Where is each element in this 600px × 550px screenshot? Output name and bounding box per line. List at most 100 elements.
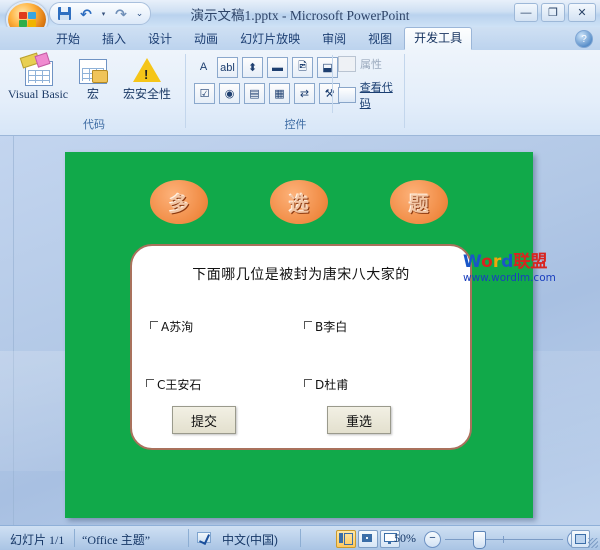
ribbon-group-code-label: 代码 [83,119,105,131]
view-normal-button[interactable] [336,530,356,548]
macro-button[interactable]: 宏 [72,55,114,102]
window-title: 演示文稿1.pptx - Microsoft PowerPoint [190,8,410,23]
option-b-label: B李白 [315,320,348,334]
powerpoint-window: ↶ ▾ ↷ ⌄ 演示文稿1.pptx - Microsoft PowerPoin… [0,0,600,550]
option-a-label: A苏洵 [161,320,194,334]
slide-workspace: 多 选 题 下面哪几位是被封为唐宋八大家的 A苏洵 B李白 C王安石 D杜甫 提… [0,136,600,525]
minimize-button[interactable]: — [514,3,538,22]
view-code-button[interactable]: 查看代码 [338,79,403,111]
question-card[interactable]: 下面哪几位是被封为唐宋八大家的 A苏洵 B李白 C王安石 D杜甫 提交 重选 [130,244,472,450]
ribbon-group-code: Visual Basic 宏 宏安全性 代码 [4,51,184,133]
checkbox-icon [304,321,312,329]
visual-basic-label: Visual Basic [7,87,69,101]
ribbon-tabs: 开始 插入 设计 动画 幻灯片放映 审阅 视图 开发工具 [46,27,474,50]
option-a-checkbox[interactable]: A苏洵 [150,318,193,335]
combobox-control-icon[interactable]: ▦ [269,83,290,104]
checkbox-control-icon[interactable]: ☑ [194,83,215,104]
ribbon: Visual Basic 宏 宏安全性 代码 [0,50,600,136]
status-divider [188,529,189,547]
reset-button[interactable]: 重选 [327,406,391,434]
label-control-icon[interactable]: A [194,57,213,76]
watermark-url: www.wordlm.com [463,272,556,284]
togglebutton-control-icon[interactable]: ⇄ [294,83,315,104]
window-controls: — ❐ ✕ [514,3,596,22]
bubble-shape-3[interactable]: 题 [390,180,448,224]
macro-icon [78,55,108,84]
option-c-label: C王安石 [157,378,202,392]
view-slide-sorter-button[interactable] [358,530,378,548]
textbox-control-icon[interactable]: abl [217,57,238,78]
properties-icon [338,56,356,72]
activex-row-1: A abl ⬍ ▬ 🖻 ⬓ [194,57,340,78]
help-button[interactable]: ? [575,30,593,48]
macro-label: 宏 [86,87,99,101]
watermark-cn: 联盟 [513,252,548,272]
view-code-icon [338,87,356,103]
visual-basic-button[interactable]: Visual Basic [6,52,70,102]
zoom-slider[interactable]: − + [424,531,584,549]
watermark: Word联盟 www.wordlm.com [463,253,595,284]
tab-insert[interactable]: 插入 [92,28,136,50]
properties-label: 属性 [360,59,382,71]
option-b-checkbox[interactable]: B李白 [304,318,347,335]
checkbox-icon [150,321,158,329]
ribbon-group-controls-label: 控件 [284,119,307,131]
tab-animations[interactable]: 动画 [184,28,228,50]
zoom-out-button[interactable]: − [424,531,441,548]
zoom-track[interactable] [445,531,563,549]
close-button[interactable]: ✕ [568,3,596,22]
watermark-w: W [463,252,482,272]
zoom-level-label[interactable]: 50% [394,531,416,546]
checkbox-icon [304,379,312,387]
resize-grip[interactable] [588,538,598,548]
ribbon-group-controls-body: A abl ⬍ ▬ 🖻 ⬓ ☑ ◉ ▤ ▦ ⇄ ⚒ 属性 查看代码 [188,51,403,113]
theme-label[interactable]: “Office 主题” [82,531,150,548]
slide-canvas[interactable]: 多 选 题 下面哪几位是被封为唐宋八大家的 A苏洵 B李白 C王安石 D杜甫 提… [65,152,533,518]
view-buttons [336,530,400,548]
tab-view[interactable]: 视图 [358,28,402,50]
watermark-d: d [501,252,514,272]
status-divider [300,529,301,547]
image-control-icon[interactable]: 🖻 [292,57,313,78]
watermark-brand: Word联盟 [463,253,595,271]
listbox-control-icon[interactable]: ▤ [244,83,265,104]
title-bar: ↶ ▾ ↷ ⌄ 演示文稿1.pptx - Microsoft PowerPoin… [0,0,600,38]
ribbon-group-controls: A abl ⬍ ▬ 🖻 ⬓ ☑ ◉ ▤ ▦ ⇄ ⚒ 属性 查看代码 控件 [188,51,403,133]
properties-button[interactable]: 属性 [338,56,403,72]
tab-home[interactable]: 开始 [46,28,90,50]
activex-control-grid: A abl ⬍ ▬ 🖻 ⬓ ☑ ◉ ▤ ▦ ⇄ ⚒ [194,57,340,104]
commandbutton-control-icon[interactable]: ▬ [267,57,288,78]
macro-security-button[interactable]: 宏安全性 [116,55,178,102]
language-label[interactable]: 中文(中国) [222,531,278,548]
checkbox-icon [146,379,154,387]
tab-review[interactable]: 审阅 [312,28,356,50]
zoom-handle[interactable] [473,531,486,549]
watermark-r: r [492,252,502,272]
view-code-label: 查看代码 [359,82,393,110]
bubble-shape-2[interactable]: 选 [270,180,328,224]
bubble-shape-1[interactable]: 多 [150,180,208,224]
restore-button[interactable]: ❐ [541,3,565,22]
question-text: 下面哪几位是被封为唐宋八大家的 [192,267,410,283]
ribbon-tab-bar: 开始 插入 设计 动画 幻灯片放映 审阅 视图 开发工具 ? [0,27,600,51]
status-divider [74,529,75,547]
macro-security-label: 宏安全性 [122,87,171,101]
scrollbar-control-icon[interactable]: ⬓ [317,57,338,78]
spinbutton-control-icon[interactable]: ⬍ [242,57,263,78]
watermark-o: o [481,252,493,272]
optionbutton-control-icon[interactable]: ◉ [219,83,240,104]
slide-counter[interactable]: 幻灯片 1/1 [10,531,64,548]
ribbon-group-code-body: Visual Basic 宏 宏安全性 [4,51,184,113]
more-controls-icon[interactable]: ⚒ [319,83,340,104]
option-d-checkbox[interactable]: D杜甫 [304,376,348,393]
option-c-checkbox[interactable]: C王安石 [146,376,201,393]
tab-design[interactable]: 设计 [138,28,182,50]
tab-developer[interactable]: 开发工具 [404,27,473,50]
spell-check-icon [196,531,212,545]
submit-button[interactable]: 提交 [172,406,236,434]
spell-check-button[interactable] [196,531,212,545]
controls-right-column: 属性 查看代码 [338,56,403,111]
macro-security-icon [132,55,162,83]
visual-basic-icon [19,52,55,86]
tab-slideshow[interactable]: 幻灯片放映 [230,28,310,50]
